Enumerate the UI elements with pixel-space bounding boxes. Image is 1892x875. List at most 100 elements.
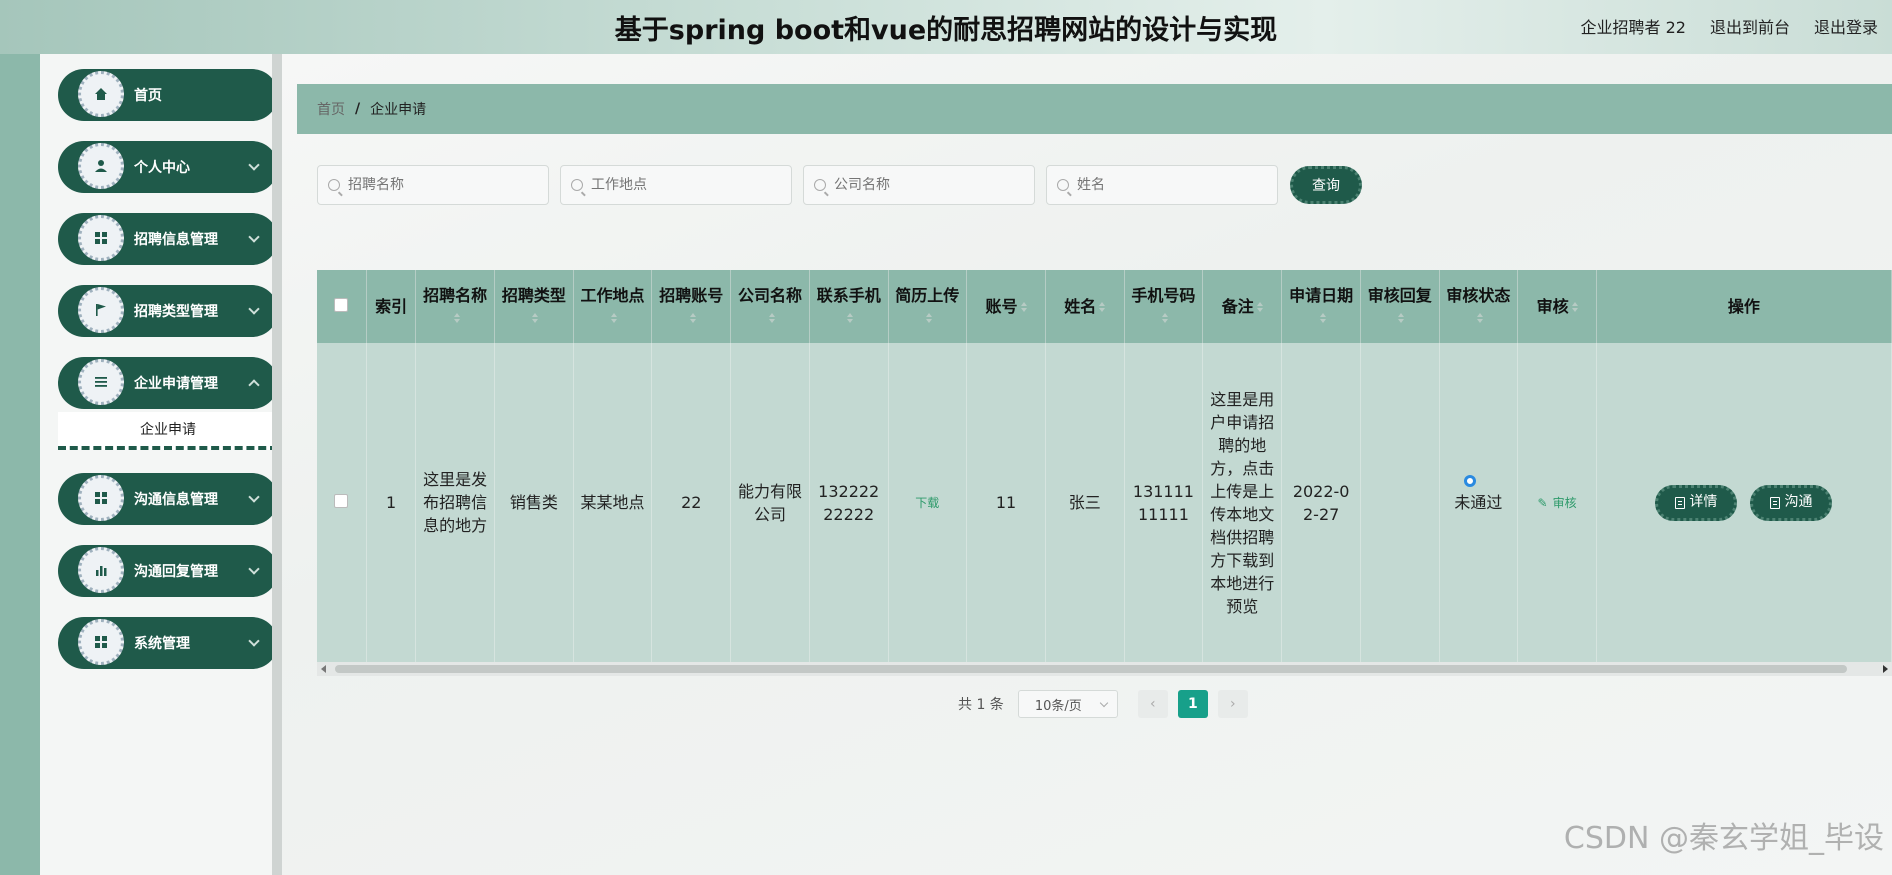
column-header[interactable]: 审核 — [1517, 270, 1597, 343]
page-size-select[interactable]: 10条/页 — [1017, 690, 1118, 718]
chevron-down-icon — [248, 303, 260, 315]
column-header[interactable]: 简历上传 — [888, 270, 968, 343]
resume-download-link[interactable]: 下载 — [915, 496, 939, 510]
row-select-cell[interactable] — [317, 343, 367, 662]
detail-button[interactable]: 详情 — [1655, 484, 1738, 521]
breadcrumb-home[interactable]: 首页 — [317, 99, 345, 119]
sidebar-item-system[interactable]: 系统管理 — [58, 617, 278, 669]
sidebar-item-job-type[interactable]: 招聘类型管理 — [58, 285, 278, 337]
sidebar-item-label: 招聘信息管理 — [134, 232, 218, 248]
column-header: 操作 — [1596, 270, 1892, 343]
sidebar-item-label: 沟通信息管理 — [134, 492, 218, 508]
column-header[interactable]: 申请日期 — [1281, 270, 1361, 343]
scroll-right-icon[interactable] — [1883, 665, 1888, 673]
column-header[interactable]: 账号 — [966, 270, 1046, 343]
company-search-input[interactable] — [834, 177, 1014, 193]
sidebar-item-chat-info[interactable]: 沟通信息管理 — [58, 473, 278, 525]
sidebar-item-label: 企业申请管理 — [134, 376, 218, 392]
column-header[interactable]: 招聘账号 — [651, 270, 732, 343]
column-header[interactable]: 审核状态 — [1439, 270, 1519, 343]
sort-icon[interactable] — [925, 313, 932, 323]
chevron-down-icon — [248, 635, 260, 647]
column-header[interactable]: 手机号码 — [1124, 270, 1204, 343]
review-link[interactable]: 审核 — [1553, 496, 1577, 510]
chat-button[interactable]: 沟通 — [1750, 484, 1833, 521]
submenu-item-company-apply[interactable]: 企业申请 — [58, 412, 278, 450]
sort-icon[interactable] — [847, 313, 854, 323]
search-icon — [1057, 179, 1069, 191]
scroll-left-icon[interactable] — [321, 665, 326, 673]
job-name-search-input[interactable] — [348, 177, 528, 193]
location-search-field[interactable] — [560, 165, 792, 205]
name-search-field[interactable] — [1046, 165, 1278, 205]
location-search-input[interactable] — [591, 177, 771, 193]
query-button[interactable]: 查询 — [1290, 166, 1362, 204]
column-header[interactable]: 备注 — [1202, 270, 1283, 343]
top-header: 基于spring boot和vue的耐思招聘网站的设计与实现 企业招聘者 22 … — [0, 0, 1892, 54]
sidebar-item-chat-reply[interactable]: 沟通回复管理 — [58, 545, 278, 597]
column-header[interactable]: 审核回复 — [1360, 270, 1440, 343]
document-icon — [1770, 496, 1781, 509]
name-search-input[interactable] — [1077, 177, 1257, 193]
sort-icon[interactable] — [1020, 302, 1027, 312]
sidebar-item-personal-center[interactable]: 个人中心 — [58, 141, 278, 193]
prev-page-button[interactable]: ‹ — [1137, 690, 1168, 718]
sidebar: 首页 个人中心 招聘信息管理 招聘类型管理 企业申请管理 企业申请 沟通信息管理 — [40, 54, 278, 875]
chevron-down-icon — [248, 159, 260, 171]
scrollbar-thumb[interactable] — [335, 665, 1847, 673]
left-edge-strip — [0, 54, 40, 875]
column-header[interactable]: 招聘名称 — [415, 270, 495, 343]
sort-icon[interactable] — [1476, 313, 1483, 323]
sidebar-item-company-apply[interactable]: 企业申请管理 — [58, 357, 278, 409]
sort-icon[interactable] — [1161, 313, 1168, 323]
sort-icon[interactable] — [1319, 313, 1326, 323]
sidebar-item-label: 沟通回复管理 — [134, 564, 218, 580]
sort-icon[interactable] — [1256, 302, 1263, 312]
cursor-indicator — [1464, 475, 1476, 487]
cell-location: 某某地点 — [573, 343, 653, 662]
cell-review-action: ✎ 审核 — [1517, 343, 1597, 662]
company-search-field[interactable] — [803, 165, 1035, 205]
current-user-label: 企业招聘者 22 — [1580, 18, 1686, 37]
search-icon — [571, 179, 583, 191]
select-all-cell[interactable] — [317, 270, 367, 343]
sidebar-divider — [272, 54, 282, 875]
horizontal-scrollbar[interactable] — [317, 662, 1892, 676]
back-to-front-link[interactable]: 退出到前台 — [1710, 14, 1790, 38]
logout-link[interactable]: 退出登录 — [1814, 14, 1878, 38]
header-links: 企业招聘者 22 退出到前台 退出登录 — [1581, 14, 1878, 38]
column-header[interactable]: 公司名称 — [730, 270, 810, 343]
sort-icon[interactable] — [1571, 302, 1578, 312]
select-all-checkbox[interactable] — [334, 297, 349, 312]
sidebar-item-label: 招聘类型管理 — [134, 304, 218, 320]
column-header[interactable]: 联系手机 — [809, 270, 889, 343]
sort-icon[interactable] — [689, 313, 696, 323]
cell-account: 11 — [966, 343, 1046, 662]
sidebar-item-home[interactable]: 首页 — [58, 69, 278, 121]
page-number-button[interactable]: 1 — [1177, 690, 1208, 718]
cell-contact-phone: 13222222222 — [809, 343, 889, 662]
sidebar-item-label: 首页 — [134, 88, 162, 104]
column-header[interactable]: 招聘类型 — [494, 270, 574, 343]
sort-icon[interactable] — [1099, 302, 1106, 312]
sort-icon[interactable] — [1398, 313, 1405, 323]
job-name-search-field[interactable] — [317, 165, 549, 205]
cell-operations: 详情 沟通 — [1596, 343, 1892, 662]
sidebar-item-job-info[interactable]: 招聘信息管理 — [58, 213, 278, 265]
chart-icon — [78, 547, 124, 593]
sort-icon[interactable] — [453, 313, 460, 323]
column-header[interactable]: 工作地点 — [573, 270, 653, 343]
cell-job-type: 销售类 — [494, 343, 574, 662]
column-header[interactable]: 姓名 — [1045, 270, 1125, 343]
flag-icon — [78, 287, 124, 333]
sort-icon[interactable] — [532, 313, 539, 323]
search-icon — [328, 179, 340, 191]
sort-icon[interactable] — [768, 313, 775, 323]
next-page-button[interactable]: › — [1217, 690, 1248, 718]
sort-icon[interactable] — [611, 313, 618, 323]
breadcrumb: 首页 / 企业申请 — [297, 84, 1892, 134]
column-header: 索引 — [366, 270, 417, 343]
row-checkbox[interactable] — [334, 494, 349, 508]
home-icon — [78, 71, 124, 117]
grid-icon — [78, 619, 124, 665]
